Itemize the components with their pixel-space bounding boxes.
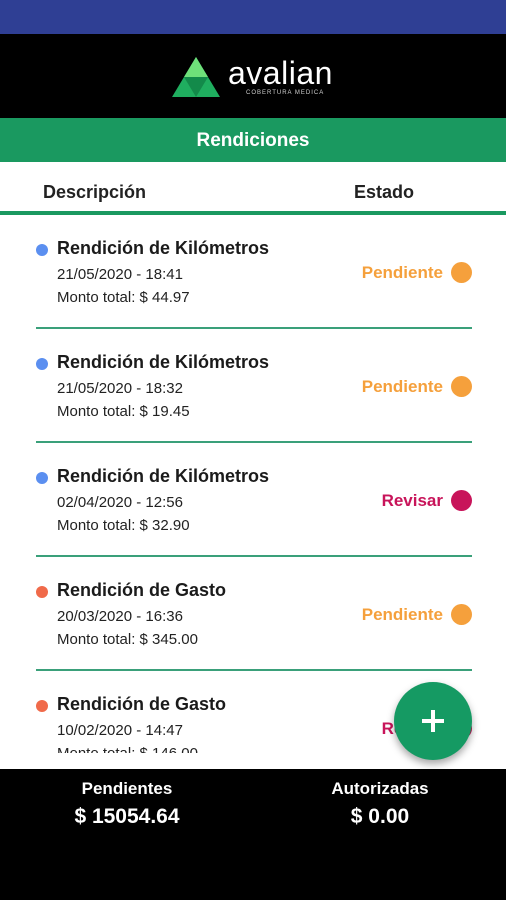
authorized-value: $ 0.00 [350,805,410,828]
item-datetime: 10/02/2020 - 14:47 [57,722,183,739]
status-label: Revisar [381,490,443,510]
item-amount: Monto total: $ 32.90 [57,517,190,534]
item-datetime: 21/05/2020 - 18:41 [57,266,183,283]
authorized-label: Autorizadas [331,779,429,798]
list-item[interactable]: Rendición de Kilómetros 21/05/2020 - 18:… [36,329,472,443]
type-dot [36,244,48,256]
type-dot [36,700,48,712]
list-item[interactable]: Rendición de Kilómetros 02/04/2020 - 12:… [36,443,472,557]
item-amount: Monto total: $ 146.00 [57,745,198,753]
add-rendicion-button[interactable] [394,682,472,760]
item-title: Rendición de Kilómetros [57,466,270,486]
item-title: Rendición de Kilómetros [57,238,270,258]
list-item[interactable]: Rendición de Kilómetros 21/05/2020 - 18:… [36,215,472,329]
brand-name: avalian [228,55,333,91]
item-amount: Monto total: $ 19.45 [57,403,190,420]
app-logo: avalian COBERTURA MEDICA [170,52,333,102]
authorized-total: Autorizadas $ 0.00 [280,779,480,829]
column-header: Descripción Estado [0,162,506,212]
item-title: Rendición de Kilómetros [57,352,270,372]
status-dot-icon [451,376,472,397]
item-title: Rendición de Gasto [57,580,227,600]
status-badge: Revisar [382,490,472,511]
rendiciones-list[interactable]: Rendición de Kilómetros 21/05/2020 - 18:… [0,215,506,753]
status-dot-icon [451,490,472,511]
tab-label: Rendiciones [196,130,310,151]
type-dot [36,586,48,598]
status-label: Pendiente [361,604,443,624]
item-title: Rendición de Gasto [57,694,227,714]
type-dot [36,358,48,370]
pending-label: Pendientes [81,779,173,798]
status-label: Pendiente [361,262,443,282]
status-badge: Pendiente [362,376,472,397]
avalian-logo-icon [172,57,220,97]
brand-tagline: COBERTURA MEDICA [246,90,325,96]
item-amount: Monto total: $ 345.00 [57,631,198,648]
list-item[interactable]: Rendición de Gasto 20/03/2020 - 16:36 Mo… [36,557,472,671]
tab-rendiciones[interactable]: Rendiciones [0,118,506,162]
pending-total: Pendientes $ 15054.64 [27,779,227,829]
item-datetime: 21/05/2020 - 18:32 [57,380,183,397]
status-bar [0,0,506,34]
item-amount: Monto total: $ 44.97 [57,289,190,306]
column-status: Estado [354,182,415,202]
status-badge: Pendiente [362,262,472,283]
status-label: Pendiente [361,376,443,396]
column-description: Descripción [43,182,147,202]
type-dot [36,472,48,484]
status-dot-icon [451,604,472,625]
totals-bar: Pendientes $ 15054.64 Autorizadas $ 0.00 [0,769,506,900]
status-dot-icon [451,262,472,283]
status-badge: Pendiente [362,604,472,625]
item-datetime: 02/04/2020 - 12:56 [57,494,183,511]
pending-value: $ 15054.64 [74,805,180,828]
item-datetime: 20/03/2020 - 16:36 [57,608,183,625]
plus-icon [422,710,444,732]
